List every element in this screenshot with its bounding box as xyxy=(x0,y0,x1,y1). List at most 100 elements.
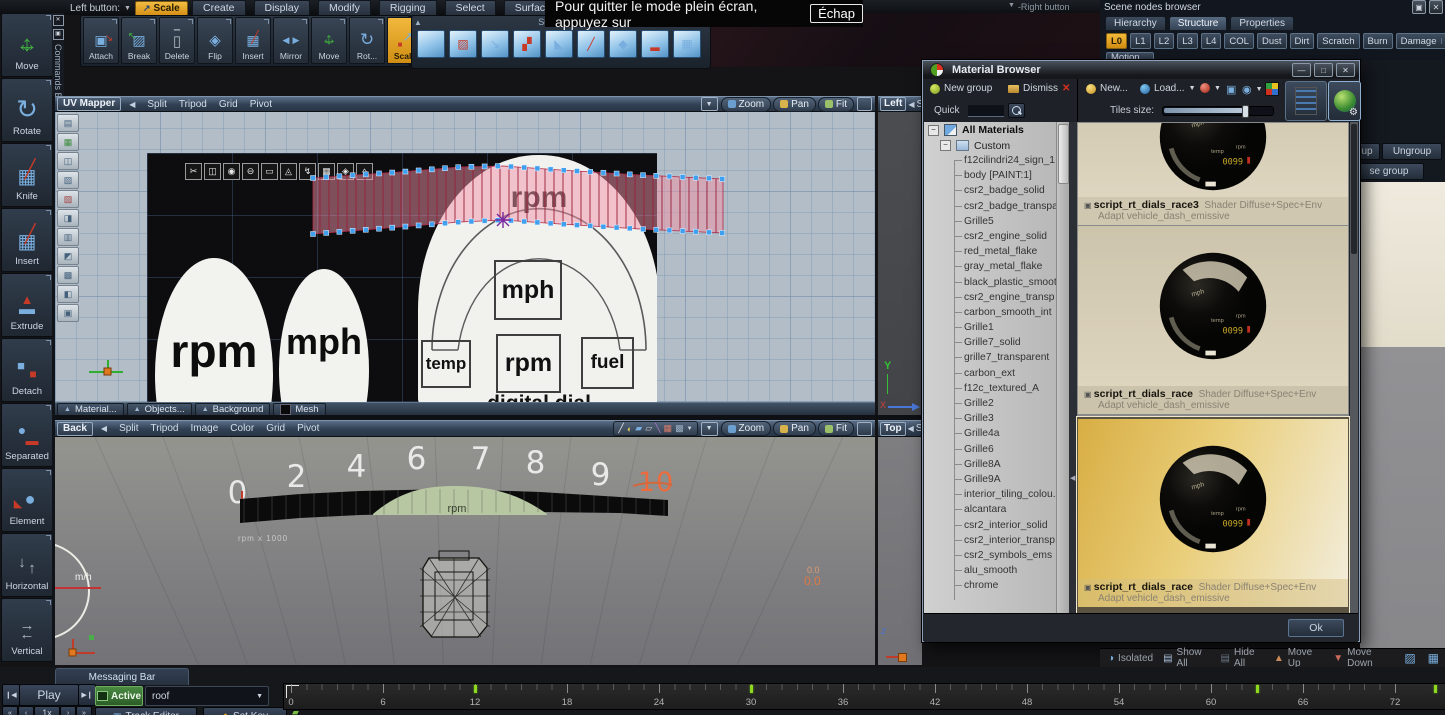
nav-pan-button[interactable]: Pan xyxy=(773,97,816,112)
top-viewport-canvas[interactable]: z xyxy=(878,437,922,665)
window-tile-icon[interactable]: ▨ xyxy=(1404,651,1415,665)
uv-vertex-handle[interactable] xyxy=(667,228,672,233)
timeline-ruler[interactable]: 061218243036424854606672 xyxy=(283,683,1445,710)
face-icon[interactable]: ◆ xyxy=(609,30,637,58)
expand-corner-icon[interactable] xyxy=(188,19,193,24)
material-tile-label[interactable]: ▣ script_rt_dials_race Shader Diffuse+Sp… xyxy=(1078,386,1348,414)
material-item-grille8a[interactable]: Grille8A xyxy=(924,457,1069,472)
tree-group-row[interactable]: − Custom xyxy=(924,138,1069,153)
expand-corner-icon[interactable] xyxy=(112,19,117,24)
material-item-carbon-ext[interactable]: carbon_ext xyxy=(924,366,1069,381)
expand-corner-icon[interactable] xyxy=(340,19,345,24)
expand-corner-icon[interactable] xyxy=(226,19,231,24)
expand-corner-icon[interactable] xyxy=(46,340,51,345)
pin-icon[interactable]: ▣ xyxy=(1412,0,1426,14)
paste-material-button[interactable]: ◉▼ xyxy=(1242,83,1263,96)
collapse-box-icon[interactable]: − xyxy=(928,125,939,136)
toolbar-button-rot[interactable]: ↻Rot... xyxy=(349,17,385,64)
uv-menu-split[interactable]: Split xyxy=(147,99,166,110)
material-item-red-metal-flake[interactable]: red_metal_flake xyxy=(924,244,1069,259)
step-back-button[interactable]: ‹ xyxy=(18,706,34,715)
draw-icon[interactable]: ╱ xyxy=(618,423,623,434)
uv-stitch-icon[interactable]: ◨ xyxy=(57,209,79,227)
quick-search-input[interactable] xyxy=(968,105,1004,117)
sidebar-tool-vertical[interactable]: →←Vertical xyxy=(1,598,53,662)
nav-fit-button[interactable]: Fit xyxy=(818,421,854,436)
close-icon[interactable]: ✕ xyxy=(1429,0,1443,14)
tree-root-row[interactable]: − All Materials xyxy=(924,122,1069,138)
go-to-start-button[interactable]: ❙◀ xyxy=(2,684,20,706)
uv-snap-icon[interactable]: ▣ xyxy=(57,304,79,322)
keyframe-marker[interactable] xyxy=(474,685,477,693)
material-tile-preview-selected[interactable]: mph temp rpm 0099 xyxy=(1078,419,1348,579)
ungroup-button[interactable]: Ungroup xyxy=(1382,143,1442,160)
material-item-carbon-smooth-int[interactable]: carbon_smooth_int xyxy=(924,305,1069,320)
sidebar-tool-element[interactable]: ●◣Element xyxy=(1,468,53,532)
close-group-button-partial[interactable]: se group xyxy=(1354,163,1424,180)
material-item-grille7-transparent[interactable]: grille7_transparent xyxy=(924,350,1069,365)
new-group-button[interactable]: New group xyxy=(930,83,992,94)
bevel-icon[interactable]: ◣ xyxy=(545,30,573,58)
maximize-viewport-icon[interactable] xyxy=(857,97,872,111)
material-item-grille7-solid[interactable]: Grille7_solid xyxy=(924,335,1069,350)
checkbox-icon[interactable]: ▣ xyxy=(1084,390,1094,399)
list-view-button[interactable] xyxy=(1285,81,1327,121)
material-item-grille2[interactable]: Grille2 xyxy=(924,396,1069,411)
uv-menu-tripod[interactable]: Tripod xyxy=(179,99,207,110)
chevron-left-icon[interactable]: ◀ xyxy=(908,100,914,109)
chevron-down-icon[interactable]: ▼ xyxy=(1441,38,1445,44)
top-viewport-title[interactable]: Top xyxy=(880,422,906,436)
tiles-palette-button[interactable] xyxy=(1265,82,1279,96)
keyframe-marker[interactable] xyxy=(1256,685,1259,693)
uv-canvas[interactable]: ▤▦◫▧▨◨▥◩▩◧▣ ✂◫◉⊖▭◬↯▦◈◊ rpm mph rpm mph t… xyxy=(55,112,875,402)
layer-button-l0[interactable]: L0 xyxy=(1106,33,1127,49)
expand-corner-icon[interactable] xyxy=(46,210,51,215)
nav-pan-button[interactable]: Pan xyxy=(773,421,816,436)
keyframe-marker[interactable] xyxy=(1434,685,1437,693)
scene-tab-hierarchy[interactable]: Hierarchy xyxy=(1105,16,1166,30)
chevron-down-icon[interactable]: ▼ xyxy=(701,97,718,111)
close-icon[interactable]: ✕ xyxy=(1336,63,1355,77)
new-material-button[interactable]: New... xyxy=(1086,83,1128,94)
left-button-selector[interactable]: Left button: ▼ ↗ Scale xyxy=(70,1,188,16)
expand-corner-icon[interactable] xyxy=(46,535,51,540)
tiles-size-slider[interactable] xyxy=(1162,106,1274,116)
sidebar-tool-horizontal[interactable]: ↓↑Horizontal xyxy=(1,533,53,597)
scrollbar-thumb[interactable] xyxy=(1058,124,1069,184)
nav-zoom-button[interactable]: Zoom xyxy=(721,97,772,112)
toolbar-button-move[interactable]: ↔↕Move xyxy=(311,17,347,64)
active-toggle-button[interactable]: Active xyxy=(95,686,143,706)
load-material-button[interactable]: Load... ▼ xyxy=(1140,83,1196,94)
window-cascade-icon[interactable]: ▦ xyxy=(1428,651,1439,665)
back-menu-split[interactable]: Split xyxy=(119,423,138,434)
step-forward-button[interactable]: › xyxy=(60,706,76,715)
material-tile-preview[interactable]: mph temp rpm 0099 xyxy=(1078,123,1348,197)
footer-objects-button[interactable]: ▲Objects... xyxy=(127,403,192,416)
fast-forward-button[interactable]: » xyxy=(76,706,92,715)
uv-vertex-handle[interactable] xyxy=(707,176,712,181)
uv-menu-pivot[interactable]: Pivot xyxy=(250,99,272,110)
menu-tab-display[interactable]: Display xyxy=(254,0,310,16)
left-button-mode-chip[interactable]: ↗ Scale xyxy=(135,1,188,16)
uv-checker-icon[interactable]: ◫ xyxy=(57,152,79,170)
material-item-csr2-interior-transp[interactable]: csr2_interior_transp... xyxy=(924,533,1069,548)
set-key-button[interactable]: ◆ Set Key xyxy=(203,707,287,715)
material-item-csr2-badge-transpar[interactable]: csr2_badge_transpar... xyxy=(924,199,1069,214)
toolbar-button-break[interactable]: ▨↖Break xyxy=(121,17,157,64)
uv-relax-icon[interactable]: ▥ xyxy=(57,228,79,246)
material-item-grille1[interactable]: Grille1 xyxy=(924,320,1069,335)
keyframe-marker[interactable] xyxy=(750,685,753,693)
material-item-grille5[interactable]: Grille5 xyxy=(924,214,1069,229)
material-item-alu-smooth[interactable]: alu_smooth xyxy=(924,563,1069,578)
expand-corner-icon[interactable] xyxy=(302,19,307,24)
checkbox-icon[interactable]: ▣ xyxy=(1084,201,1094,210)
material-tile-label[interactable]: ▣ script_rt_dials_race Shader Diffuse+Sp… xyxy=(1078,579,1348,607)
expand-corner-icon[interactable] xyxy=(150,19,155,24)
hide-all-button[interactable]: ▤Hide All xyxy=(1221,647,1264,669)
copy-material-button[interactable]: ▣ xyxy=(1226,83,1236,96)
expand-corner-icon[interactable] xyxy=(46,405,51,410)
back-viewport-canvas[interactable]: 024678910 rpm rpm x 1000 xyxy=(55,437,875,665)
go-to-end-button[interactable]: ▶❙ xyxy=(78,684,96,706)
maximize-viewport-icon[interactable] xyxy=(857,422,872,436)
chevron-left-icon[interactable]: ◀ xyxy=(908,424,914,433)
